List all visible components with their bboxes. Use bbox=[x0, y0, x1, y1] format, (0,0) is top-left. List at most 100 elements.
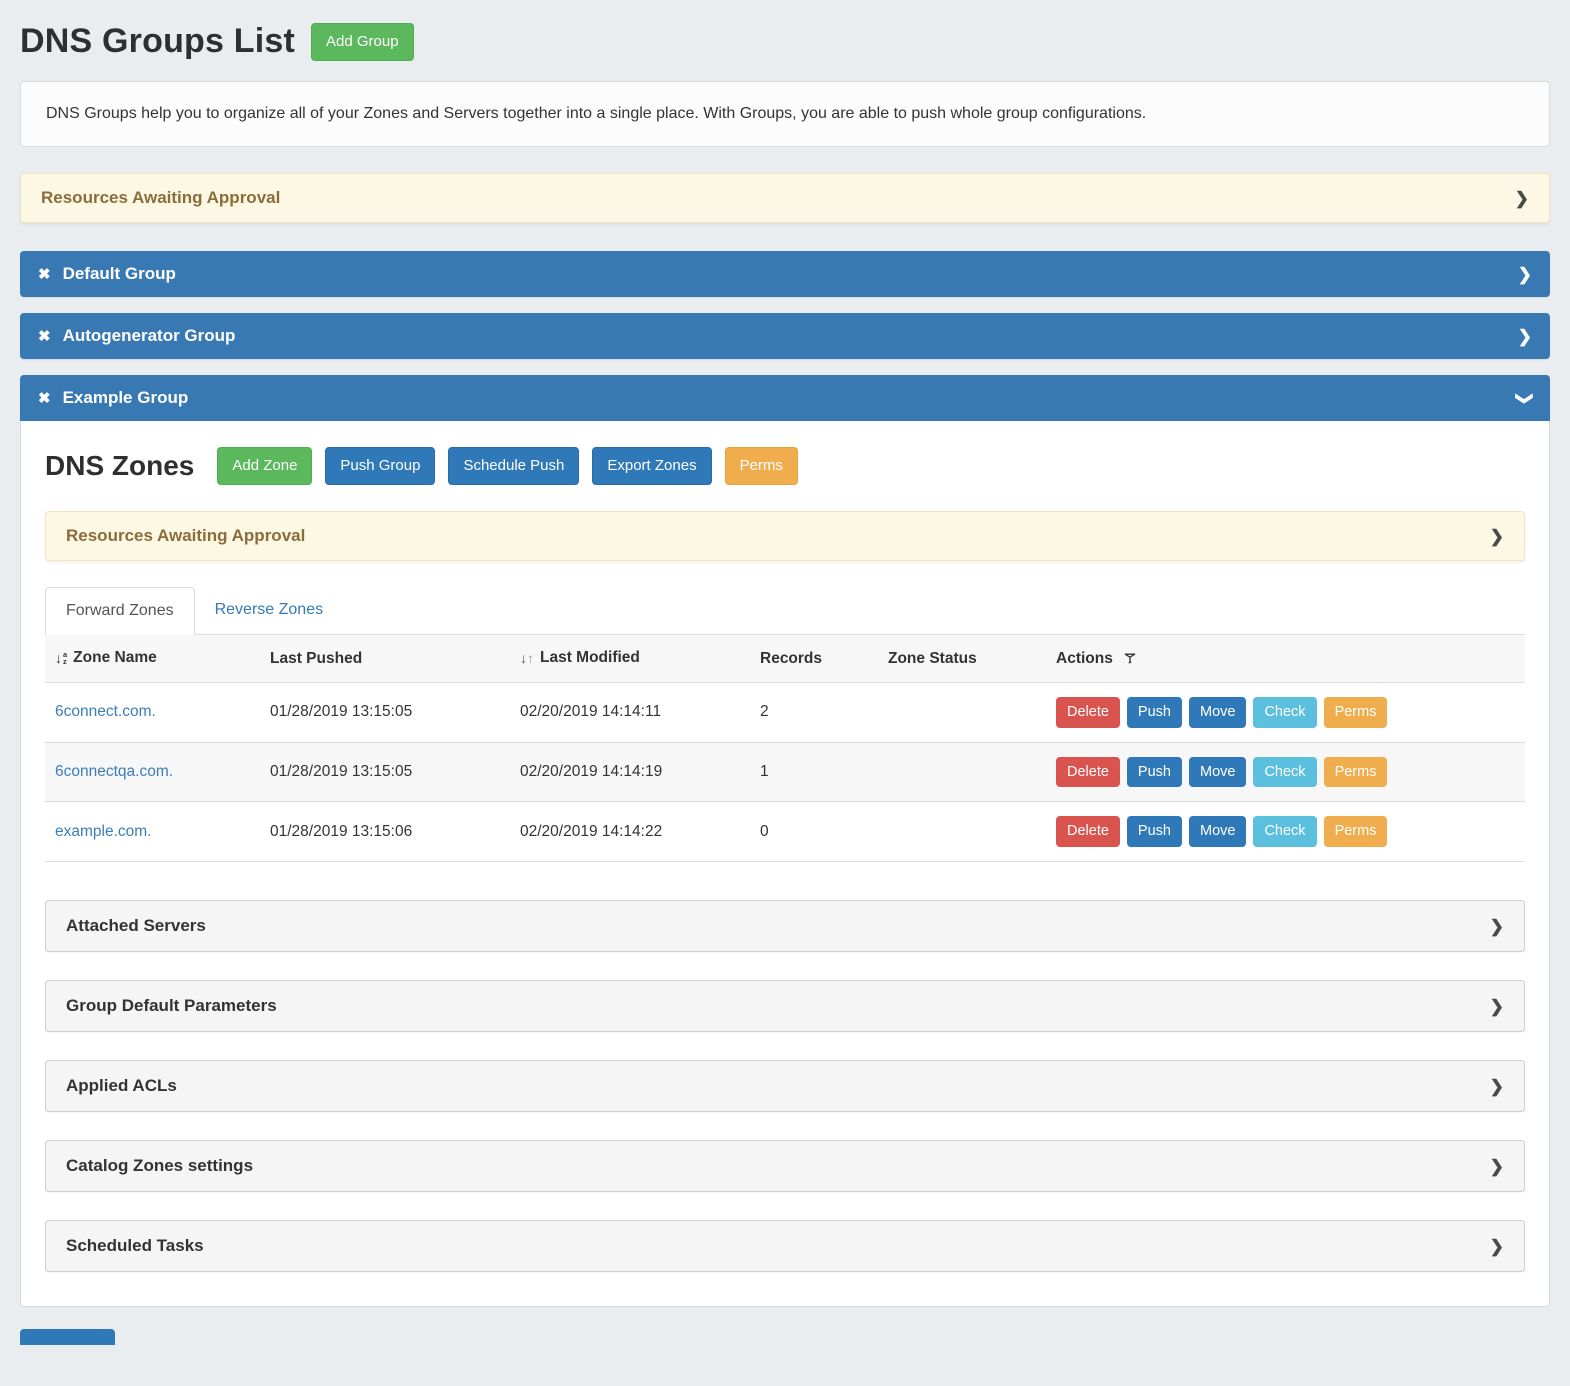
records-cell: 2 bbox=[750, 683, 878, 743]
column-header-last-pushed: Last Pushed bbox=[260, 635, 510, 683]
check-button[interactable]: Check bbox=[1253, 697, 1316, 728]
delete-button[interactable]: Delete bbox=[1056, 816, 1120, 847]
description-text: DNS Groups help you to organize all of y… bbox=[46, 105, 1146, 122]
chevron-down-icon: ❯ bbox=[1516, 391, 1533, 405]
remove-group-icon[interactable]: ✖ bbox=[38, 265, 51, 283]
zone-tabs: Forward Zones Reverse Zones bbox=[45, 587, 1525, 635]
check-button[interactable]: Check bbox=[1253, 757, 1316, 788]
last-modified-cell: 02/20/2019 14:14:11 bbox=[510, 683, 750, 743]
push-button[interactable]: Push bbox=[1127, 757, 1182, 788]
perms-button[interactable]: Perms bbox=[1324, 816, 1388, 847]
chevron-right-icon: ❯ bbox=[1490, 918, 1504, 935]
push-group-button[interactable]: Push Group bbox=[325, 447, 435, 485]
records-cell: 1 bbox=[750, 742, 878, 802]
group-label: Autogenerator Group bbox=[63, 326, 1506, 346]
table-row: 6connectqa.com. 01/28/2019 13:15:05 02/2… bbox=[45, 742, 1525, 802]
column-header-records: Records bbox=[750, 635, 878, 683]
partial-button[interactable] bbox=[20, 1329, 115, 1345]
section-label: Attached Servers bbox=[66, 916, 206, 936]
column-header-zone-status: Zone Status bbox=[878, 635, 1046, 683]
zone-name-link[interactable]: 6connect.com. bbox=[55, 703, 156, 720]
table-row: example.com. 01/28/2019 13:15:06 02/20/2… bbox=[45, 802, 1525, 862]
resources-awaiting-approval-banner[interactable]: Resources Awaiting Approval ❯ bbox=[20, 173, 1550, 223]
section-group-default-parameters[interactable]: Group Default Parameters ❯ bbox=[45, 980, 1525, 1032]
chevron-right-icon: ❯ bbox=[1490, 1158, 1504, 1175]
resources-awaiting-approval-banner-inner[interactable]: Resources Awaiting Approval ❯ bbox=[45, 511, 1525, 561]
zones-table: ↓ az Zone Name Last Pushed bbox=[45, 635, 1525, 862]
description-box: DNS Groups help you to organize all of y… bbox=[20, 81, 1550, 147]
example-group-body: DNS Zones Add Zone Push Group Schedule P… bbox=[20, 421, 1550, 1307]
section-attached-servers[interactable]: Attached Servers ❯ bbox=[45, 900, 1525, 952]
chevron-right-icon: ❯ bbox=[1490, 1238, 1504, 1255]
group-sections: Attached Servers ❯ Group Default Paramet… bbox=[45, 900, 1525, 1272]
zone-status-cell bbox=[878, 802, 1046, 862]
remove-group-icon[interactable]: ✖ bbox=[38, 389, 51, 407]
add-zone-button[interactable]: Add Zone bbox=[217, 447, 312, 485]
banner-label: Resources Awaiting Approval bbox=[66, 526, 305, 546]
move-button[interactable]: Move bbox=[1189, 816, 1246, 847]
remove-group-icon[interactable]: ✖ bbox=[38, 327, 51, 345]
chevron-right-icon: ❯ bbox=[1515, 190, 1529, 207]
last-pushed-cell: 01/28/2019 13:15:05 bbox=[260, 742, 510, 802]
banner-label: Resources Awaiting Approval bbox=[41, 188, 280, 208]
section-label: Catalog Zones settings bbox=[66, 1156, 253, 1176]
schedule-push-button[interactable]: Schedule Push bbox=[448, 447, 579, 485]
chevron-right-icon: ❯ bbox=[1490, 1078, 1504, 1095]
last-modified-cell: 02/20/2019 14:14:22 bbox=[510, 802, 750, 862]
column-header-actions: Actions bbox=[1046, 635, 1525, 683]
last-pushed-cell: 01/28/2019 13:15:06 bbox=[260, 802, 510, 862]
records-cell: 0 bbox=[750, 802, 878, 862]
sort-updown-icon[interactable]: ↓↑ bbox=[520, 650, 534, 666]
section-label: Applied ACLs bbox=[66, 1076, 177, 1096]
perms-button[interactable]: Perms bbox=[1324, 757, 1388, 788]
group-label: Default Group bbox=[63, 264, 1506, 284]
group-header-autogenerator[interactable]: ✖ Autogenerator Group ❯ bbox=[20, 313, 1550, 359]
table-header-row: ↓ az Zone Name Last Pushed bbox=[45, 635, 1525, 683]
column-header-zone-name[interactable]: ↓ az Zone Name bbox=[45, 635, 260, 683]
dns-zones-title: DNS Zones bbox=[45, 450, 194, 482]
zone-name-link[interactable]: example.com. bbox=[55, 823, 151, 840]
dns-groups-page: DNS Groups List Add Group DNS Groups hel… bbox=[0, 0, 1570, 1345]
delete-button[interactable]: Delete bbox=[1056, 697, 1120, 728]
row-actions: Delete Push Move Check Perms bbox=[1056, 697, 1387, 728]
column-header-last-modified[interactable]: ↓↑ Last Modified bbox=[510, 635, 750, 683]
last-modified-cell: 02/20/2019 14:14:19 bbox=[510, 742, 750, 802]
section-label: Scheduled Tasks bbox=[66, 1236, 204, 1256]
page-title: DNS Groups List bbox=[20, 22, 295, 61]
export-zones-button[interactable]: Export Zones bbox=[592, 447, 711, 485]
group-label: Example Group bbox=[63, 388, 1506, 408]
delete-button[interactable]: Delete bbox=[1056, 757, 1120, 788]
zone-name-link[interactable]: 6connectqa.com. bbox=[55, 763, 173, 780]
section-applied-acls[interactable]: Applied ACLs ❯ bbox=[45, 1060, 1525, 1112]
table-row: 6connect.com. 01/28/2019 13:15:05 02/20/… bbox=[45, 683, 1525, 743]
tab-reverse-zones[interactable]: Reverse Zones bbox=[195, 587, 344, 635]
section-label: Group Default Parameters bbox=[66, 996, 277, 1016]
zone-status-cell bbox=[878, 742, 1046, 802]
check-button[interactable]: Check bbox=[1253, 816, 1316, 847]
perms-button[interactable]: Perms bbox=[725, 447, 798, 485]
row-actions: Delete Push Move Check Perms bbox=[1056, 816, 1387, 847]
zone-status-cell bbox=[878, 683, 1046, 743]
row-actions: Delete Push Move Check Perms bbox=[1056, 757, 1387, 788]
sort-az-icon[interactable]: ↓ az bbox=[55, 650, 67, 666]
section-catalog-zones-settings[interactable]: Catalog Zones settings ❯ bbox=[45, 1140, 1525, 1192]
dns-zones-header: DNS Zones Add Zone Push Group Schedule P… bbox=[45, 447, 1525, 485]
add-group-button[interactable]: Add Group bbox=[311, 23, 414, 61]
push-button[interactable]: Push bbox=[1127, 697, 1182, 728]
group-header-default[interactable]: ✖ Default Group ❯ bbox=[20, 251, 1550, 297]
title-row: DNS Groups List Add Group bbox=[20, 22, 1550, 61]
group-example: ✖ Example Group ❯ DNS Zones Add Zone Pus… bbox=[20, 375, 1550, 1307]
group-header-example[interactable]: ✖ Example Group ❯ bbox=[20, 375, 1550, 421]
filter-icon[interactable] bbox=[1123, 652, 1137, 666]
chevron-right-icon: ❯ bbox=[1490, 528, 1504, 545]
tab-forward-zones[interactable]: Forward Zones bbox=[45, 587, 195, 635]
move-button[interactable]: Move bbox=[1189, 697, 1246, 728]
perms-button[interactable]: Perms bbox=[1324, 697, 1388, 728]
chevron-right-icon: ❯ bbox=[1490, 998, 1504, 1015]
chevron-right-icon: ❯ bbox=[1518, 266, 1532, 283]
chevron-right-icon: ❯ bbox=[1518, 328, 1532, 345]
move-button[interactable]: Move bbox=[1189, 757, 1246, 788]
section-scheduled-tasks[interactable]: Scheduled Tasks ❯ bbox=[45, 1220, 1525, 1272]
push-button[interactable]: Push bbox=[1127, 816, 1182, 847]
last-pushed-cell: 01/28/2019 13:15:05 bbox=[260, 683, 510, 743]
